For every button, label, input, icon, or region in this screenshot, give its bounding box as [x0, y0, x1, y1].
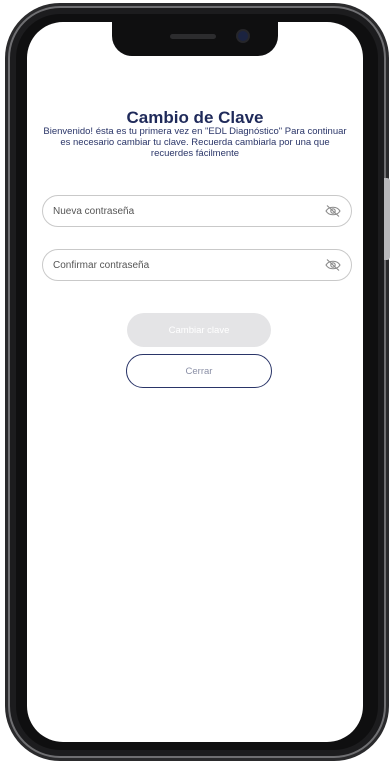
page-title: Cambio de Clave — [126, 108, 264, 127]
page-subtitle: Bienvenido! ésta es tu primera vez en "E… — [43, 126, 347, 159]
eye-off-icon[interactable] — [325, 258, 341, 272]
new-password-input[interactable] — [53, 196, 303, 226]
screen: Cambio de Clave Bienvenido! ésta es tu p… — [27, 22, 363, 742]
confirm-password-field — [42, 249, 352, 281]
new-password-field — [42, 195, 352, 227]
confirm-password-input[interactable] — [53, 250, 303, 280]
side-button — [384, 178, 390, 260]
front-camera-icon — [238, 31, 248, 41]
change-password-button[interactable]: Cambiar clave — [127, 313, 271, 347]
close-button[interactable]: Cerrar — [126, 354, 272, 388]
notch — [112, 22, 278, 56]
speaker-grille — [170, 34, 216, 39]
eye-off-icon[interactable] — [325, 204, 341, 218]
